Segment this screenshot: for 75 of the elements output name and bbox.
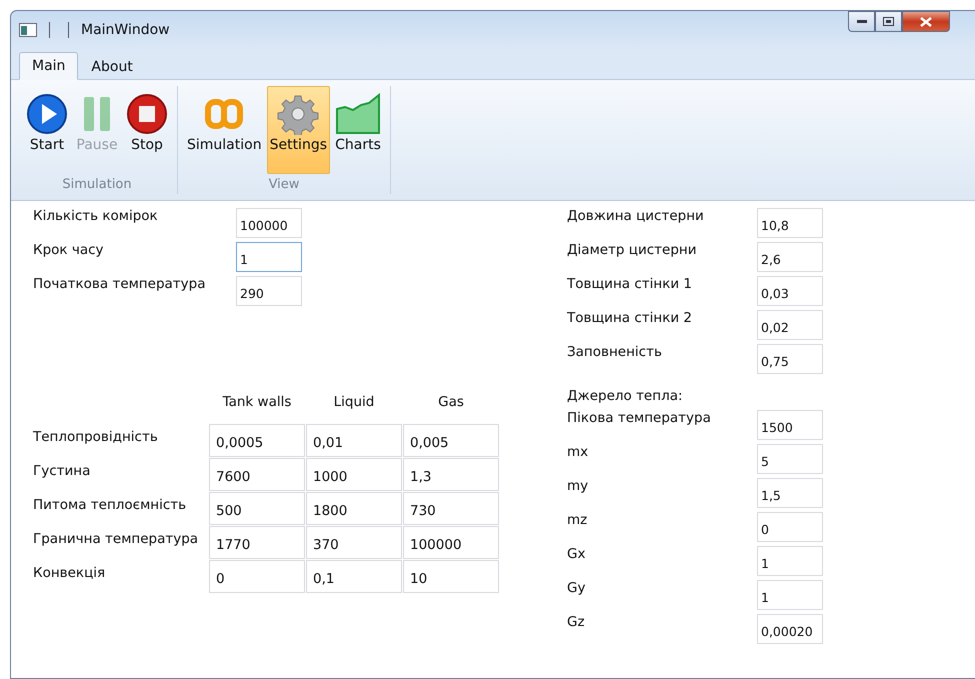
gear-icon (277, 93, 320, 135)
table-cell-input[interactable]: 7600 (209, 458, 305, 491)
field-label: Товщина стінки 1 (567, 275, 694, 294)
window-title: MainWindow (81, 22, 170, 38)
table-cell-input[interactable]: 100000 (403, 526, 499, 559)
table-cell-input[interactable]: 10 (403, 560, 499, 593)
input-field[interactable]: 0 (757, 512, 823, 542)
ribbon-button[interactable]: Charts (332, 86, 384, 174)
input-field[interactable]: 0,75 (757, 344, 823, 374)
section-title: Джерело тепла: (567, 387, 684, 406)
input-field[interactable]: 0,03 (757, 276, 823, 306)
input-field[interactable]: 5 (757, 444, 823, 474)
stop-icon (126, 93, 168, 135)
column-header: Liquid (332, 393, 376, 412)
restore-icon (883, 17, 894, 26)
minimize-button[interactable] (848, 11, 875, 32)
window-icon (19, 23, 37, 37)
ribbon-tab[interactable]: About (78, 52, 146, 80)
field-label: Товщина стінки 2 (567, 309, 694, 328)
table-cell-input[interactable]: 500 (209, 492, 305, 525)
area-chart-icon (335, 93, 381, 135)
table-cell-input[interactable]: 0 (209, 560, 305, 593)
input-field[interactable]: 1 (757, 580, 823, 610)
row-label: Густина (33, 462, 92, 481)
field-label: Gz (567, 613, 586, 632)
input-field[interactable]: 290 (236, 276, 302, 306)
table-cell-input[interactable]: 1000 (306, 458, 402, 491)
row-label: Питома теплоємність (33, 496, 188, 515)
table-cell-input[interactable]: 0,1 (306, 560, 402, 593)
field-label: Довжина цистерни (567, 207, 705, 226)
field-label: mx (567, 443, 590, 462)
table-cell-input[interactable]: 1800 (306, 492, 402, 525)
table-cell-input[interactable]: 0,01 (306, 424, 402, 457)
row-label: Конвекція (33, 564, 106, 583)
restore-button[interactable] (875, 11, 902, 32)
field-label: Заповненість (567, 343, 663, 362)
ribbon-tab[interactable]: Main (19, 52, 78, 80)
minimize-icon (856, 20, 866, 24)
field-label: Крок часу (33, 241, 105, 260)
field-label: mz (567, 511, 588, 530)
ribbon-button[interactable]: Stop (123, 86, 171, 174)
table-cell-input[interactable]: 1,3 (403, 458, 499, 491)
field-label: Діаметр цистерни (567, 241, 698, 260)
column-header: Gas (437, 393, 465, 412)
input-field[interactable]: 0,02 (757, 310, 823, 340)
table-cell-input[interactable]: 0,0005 (209, 424, 305, 457)
input-field[interactable]: 1,5 (757, 478, 823, 508)
input-field[interactable]: 0,00020 (757, 614, 823, 644)
input-field[interactable]: 2,6 (757, 242, 823, 272)
row-label: Теплопровідність (33, 428, 159, 447)
table-cell-input[interactable]: 0,005 (403, 424, 499, 457)
table-cell-input[interactable]: 1770 (209, 526, 305, 559)
input-field[interactable]: 1 (236, 242, 302, 272)
field-label: Gy (567, 579, 586, 598)
input-field[interactable]: 10,8 (757, 208, 823, 238)
play-icon (26, 93, 68, 135)
ribbon-button[interactable]: Start (23, 86, 71, 174)
column-header: Tank walls (222, 393, 292, 412)
input-field[interactable]: 1 (757, 546, 823, 576)
table-cell-input[interactable]: 370 (306, 526, 402, 559)
field-label: Gx (567, 545, 586, 564)
group-label: View (268, 177, 300, 194)
ribbon-button[interactable]: Settings (266, 86, 330, 174)
group-label: Simulation (61, 177, 133, 194)
close-button[interactable] (902, 11, 950, 32)
field-label: Пікова температура (567, 409, 712, 428)
row-label: Гранична температура (33, 530, 200, 549)
field-label: my (567, 477, 590, 496)
field-label: Початкова температура (33, 275, 206, 294)
input-field[interactable]: 1500 (757, 410, 823, 440)
ribbon-button[interactable]: Simulation (184, 86, 265, 174)
close-icon (920, 16, 932, 26)
table-cell-input[interactable]: 730 (403, 492, 499, 525)
field-label: Кількість комірок (33, 207, 159, 226)
input-field[interactable]: 100000 (236, 208, 302, 238)
